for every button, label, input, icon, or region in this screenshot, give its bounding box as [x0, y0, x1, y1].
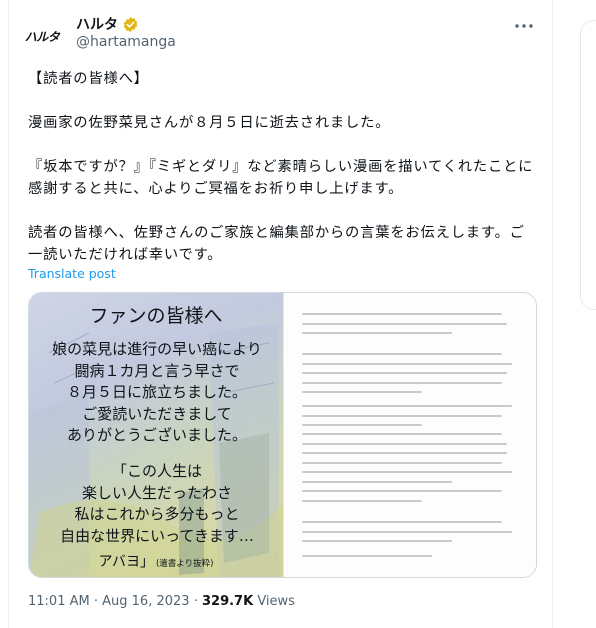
views-link[interactable]: 329.7K Views — [202, 594, 295, 609]
letter-text-line — [302, 372, 507, 374]
tweet-media-grid: ファンの皆様へ 娘の菜見は進行の早い癌により 闘病１カ月と言う早さで ８月５日に… — [28, 292, 537, 578]
letter-signature-line — [302, 555, 432, 557]
tweet-view: ハルタ ハルタ @hartamanga 【読者の皆様へ】 漫画家の佐野菜見さんが… — [0, 0, 596, 628]
letter-text-line — [302, 540, 452, 542]
fan-message-signature: アバヨ」 (遺書より抜粋) — [29, 551, 283, 571]
sidebar-card-edge — [580, 20, 596, 310]
letter-text-line — [302, 530, 512, 533]
views-label: Views — [257, 594, 295, 609]
author-handle[interactable]: @hartamanga — [76, 34, 176, 50]
fan-quote-line: 私はこれから多分もっと — [74, 505, 240, 523]
tweet-header: ハルタ ハルタ @hartamanga — [22, 12, 542, 56]
tweet-time: 11:01 AM — [28, 594, 90, 609]
letter-text-line — [302, 480, 452, 483]
verified-badge-icon — [123, 16, 138, 32]
media-image-fan-message[interactable]: ファンの皆様へ 娘の菜見は進行の早い癌により 闘病１カ月と言う早さで ８月５日に… — [29, 293, 283, 577]
letter-text-line — [302, 499, 422, 502]
fan-message-line: 闘病１カ月と言う早さで — [74, 361, 240, 380]
avatar-logo-text: ハルタ — [24, 29, 60, 44]
fan-quote-line: 「この人生は — [111, 462, 202, 480]
letter-text-line — [302, 362, 512, 365]
letter-text-line — [302, 353, 502, 355]
fan-message-quote: 「この人生は 楽しい人生だったわさ 私はこれから多分もっと 自由な世界にいってき… — [35, 461, 279, 547]
author-name-row[interactable]: ハルタ — [76, 14, 139, 34]
letter-text-line — [302, 381, 502, 384]
letter-text-line — [302, 332, 452, 334]
views-count: 329.7K — [201, 594, 254, 609]
letter-text-line — [302, 433, 502, 435]
signature-note: (遺書より抜粋) — [155, 559, 214, 569]
translate-post-link[interactable]: Translate post — [28, 266, 116, 281]
letter-text-line — [302, 391, 422, 393]
tweet-paragraph: 読者の皆様へ、佐野さんのご家族と編集部からの言葉をお伝えします。ご一読いただけれ… — [28, 225, 525, 263]
fan-message-line: 娘の菜見は進行の早い癌により — [52, 340, 262, 358]
tweet-meta: 11:01 AM · Aug 16, 2023 · 329.7K Views — [28, 594, 295, 609]
letter-text-line — [302, 313, 502, 315]
avatar[interactable]: ハルタ — [22, 16, 62, 56]
letter-text-line — [302, 490, 502, 492]
author-display-name[interactable]: ハルタ — [76, 14, 118, 34]
letter-text-line — [302, 442, 507, 445]
fan-message-body: 娘の菜見は進行の早い癌により 闘病１カ月と言う早さで ８月５日に旅立ちました。 … — [35, 339, 279, 447]
tweet-time-link[interactable]: 11:01 AM · Aug 16, 2023 — [28, 594, 190, 609]
fan-message-line: ８月５日に旅立ちました。 — [66, 383, 247, 401]
letter-text-line — [302, 405, 512, 407]
tweet-date: Aug 16, 2023 — [102, 594, 190, 609]
meta-separator: · — [93, 594, 98, 609]
letter-text-line — [302, 414, 502, 417]
meta-separator: · — [193, 594, 198, 609]
media-image-editorial-letter[interactable] — [283, 293, 536, 577]
letter-text-line — [302, 521, 502, 523]
letter-text-line — [302, 452, 507, 454]
fan-quote-line: 楽しい人生だったわさ — [81, 483, 232, 502]
fan-message-line: ご愛読いただきまして — [82, 404, 232, 423]
fan-quote-line: 自由な世界にいってきます… — [60, 526, 254, 545]
tweet-paragraph: 漫画家の佐野菜見さんが８月５日に逝去されました。 — [28, 115, 391, 131]
letter-text-line — [302, 461, 502, 464]
letter-text-line — [302, 424, 422, 426]
signature-text: アバヨ」 — [98, 554, 154, 570]
more-options-icon[interactable] — [512, 16, 536, 36]
fan-message-line: ありがとうございました。 — [66, 426, 247, 444]
letter-text-line — [302, 471, 512, 473]
fan-message-title: ファンの皆様へ — [89, 305, 223, 327]
tweet-paragraph-heading: 【読者の皆様へ】 — [28, 71, 149, 87]
letter-text-line — [302, 322, 507, 325]
tweet-paragraph: 『坂本ですが？』『ミギとダリ』など素晴らしい漫画を描いてくれたことに感謝すると共… — [28, 159, 534, 197]
